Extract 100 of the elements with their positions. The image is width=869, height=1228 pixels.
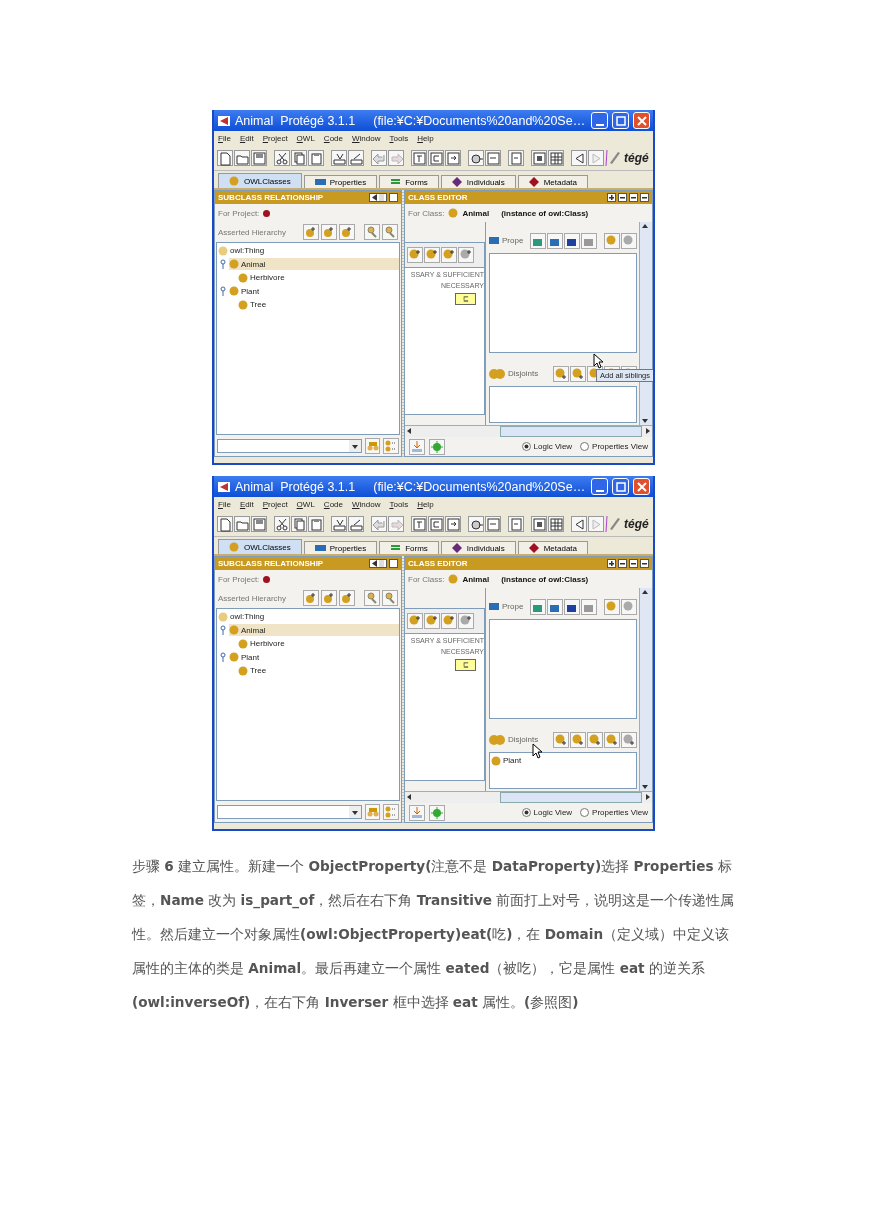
maximize-panel-button[interactable] bbox=[389, 193, 398, 202]
tab[interactable]: Individuals bbox=[440, 541, 516, 554]
down-arrow-icon bbox=[640, 783, 650, 791]
search-combo-field[interactable] bbox=[217, 804, 362, 819]
scroll-thumb[interactable] bbox=[500, 792, 642, 803]
tab[interactable]: Metadata bbox=[517, 541, 588, 554]
toolbar-button[interactable] bbox=[291, 150, 307, 166]
tree-node[interactable]: Animal bbox=[229, 258, 399, 271]
tab[interactable]: Forms bbox=[379, 175, 439, 188]
tree-node[interactable]: Herbivore bbox=[238, 637, 399, 650]
scroll-thumb[interactable] bbox=[500, 426, 642, 437]
menu-item[interactable]: Edit bbox=[239, 134, 254, 143]
menu-item[interactable]: Edit bbox=[239, 500, 254, 509]
toolbar-button[interactable] bbox=[571, 516, 587, 532]
tree-node[interactable]: Herbivore bbox=[238, 271, 399, 284]
menu-item[interactable]: File bbox=[218, 500, 231, 509]
maximize-button[interactable] bbox=[612, 112, 629, 129]
menu-item[interactable]: Project bbox=[262, 500, 288, 509]
menu-item[interactable]: OWL bbox=[296, 500, 315, 509]
tree-handle-icon[interactable] bbox=[219, 652, 227, 663]
tab[interactable]: OWLClasses bbox=[218, 539, 302, 554]
tree-node[interactable]: Tree bbox=[238, 298, 399, 311]
toolbar-button[interactable] bbox=[468, 150, 484, 166]
tree-node[interactable]: Tree bbox=[238, 664, 399, 677]
panel-title: SUBCLASS RELATIONSHIP bbox=[218, 559, 325, 568]
tab[interactable]: Forms bbox=[379, 541, 439, 554]
toolbar-button[interactable] bbox=[291, 516, 307, 532]
create-class-icon bbox=[555, 733, 567, 746]
tree-node[interactable]: owl:Thing bbox=[218, 610, 399, 623]
radio-option[interactable]: Logic View bbox=[521, 442, 573, 451]
tree-node[interactable]: Animal bbox=[229, 624, 399, 637]
radio-option[interactable]: Properties View bbox=[580, 442, 648, 451]
tab[interactable]: Properties bbox=[303, 541, 378, 554]
left-arrow-icon bbox=[370, 194, 384, 201]
menu-item[interactable]: Code bbox=[323, 500, 343, 509]
tool-button[interactable] bbox=[618, 193, 627, 202]
plus-icon bbox=[608, 194, 615, 201]
menu-item[interactable]: File bbox=[218, 134, 231, 143]
toolbar-button[interactable] bbox=[411, 516, 427, 532]
close-icon bbox=[634, 113, 649, 128]
maximize-panel-button[interactable] bbox=[389, 559, 398, 568]
menu-item[interactable]: Code bbox=[323, 134, 343, 143]
horizontal-scrollbar[interactable] bbox=[405, 791, 652, 803]
tool-button[interactable] bbox=[369, 559, 387, 568]
tool-button[interactable] bbox=[607, 193, 616, 202]
tree-node[interactable]: Plant bbox=[229, 651, 399, 664]
menu-item[interactable]: Help bbox=[417, 500, 434, 509]
toolbar-button[interactable] bbox=[348, 150, 364, 166]
menu-item[interactable]: Project bbox=[262, 134, 288, 143]
tree-node[interactable]: owl:Thing bbox=[218, 244, 399, 257]
menu-item[interactable]: Help bbox=[417, 134, 434, 143]
menu-item[interactable]: Tools bbox=[389, 134, 409, 143]
toolbar-button[interactable] bbox=[217, 516, 233, 532]
search-combo-field[interactable] bbox=[217, 438, 362, 453]
toolbar-button[interactable] bbox=[217, 150, 233, 166]
tab-form-icon bbox=[390, 543, 402, 553]
menu-item[interactable]: Tools bbox=[389, 500, 409, 509]
tree-node[interactable]: Plant bbox=[229, 285, 399, 298]
toolbar-button[interactable] bbox=[548, 516, 564, 532]
toolbar-button[interactable] bbox=[445, 150, 461, 166]
tree-handle-icon[interactable] bbox=[219, 286, 227, 297]
toolbar-button[interactable] bbox=[348, 516, 364, 532]
tool-button[interactable] bbox=[618, 559, 627, 568]
toolbar-button[interactable] bbox=[531, 516, 547, 532]
radio-option[interactable]: Logic View bbox=[521, 808, 573, 817]
menu-item[interactable]: Window bbox=[352, 134, 381, 143]
menu-item[interactable]: OWL bbox=[296, 134, 315, 143]
tree-handle-icon[interactable] bbox=[219, 625, 227, 636]
tree-handle-icon[interactable] bbox=[219, 259, 227, 270]
maximize-button[interactable] bbox=[612, 478, 629, 495]
clipboard-icon bbox=[308, 150, 324, 166]
toolbar-button[interactable] bbox=[548, 150, 564, 166]
toolbar-button[interactable] bbox=[428, 516, 444, 532]
toolbar-button[interactable] bbox=[428, 150, 444, 166]
remove-class-icon bbox=[460, 615, 472, 627]
vertical-scrollbar[interactable] bbox=[639, 588, 652, 791]
tool-button[interactable] bbox=[369, 193, 387, 202]
radio-option[interactable]: Properties View bbox=[580, 808, 648, 817]
toolbar-button[interactable] bbox=[571, 150, 587, 166]
minimize-button[interactable] bbox=[591, 478, 608, 495]
close-button[interactable] bbox=[633, 478, 650, 495]
menu-item[interactable]: Window bbox=[352, 500, 381, 509]
horizontal-scrollbar[interactable] bbox=[405, 425, 652, 437]
toolbar-button[interactable] bbox=[531, 150, 547, 166]
toolbar-button[interactable] bbox=[331, 150, 347, 166]
tab[interactable]: OWLClasses bbox=[218, 173, 302, 188]
toolbar-button[interactable] bbox=[331, 516, 347, 532]
tool-button[interactable] bbox=[607, 559, 616, 568]
tool-button[interactable] bbox=[564, 232, 580, 249]
tab[interactable]: Properties bbox=[303, 175, 378, 188]
tab[interactable]: Metadata bbox=[517, 175, 588, 188]
tab[interactable]: Individuals bbox=[440, 175, 516, 188]
minimize-button[interactable] bbox=[591, 112, 608, 129]
toolbar-button[interactable] bbox=[274, 150, 290, 166]
toolbar-button[interactable] bbox=[445, 516, 461, 532]
tool-button[interactable] bbox=[564, 598, 580, 615]
toolbar-button[interactable] bbox=[274, 516, 290, 532]
close-button[interactable] bbox=[633, 112, 650, 129]
toolbar-button[interactable] bbox=[411, 150, 427, 166]
toolbar-button[interactable] bbox=[468, 516, 484, 532]
